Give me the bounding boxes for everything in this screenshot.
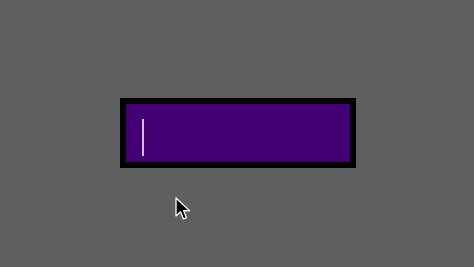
screen xyxy=(0,0,474,267)
text-input-value xyxy=(140,114,340,152)
text-input-field[interactable] xyxy=(120,98,356,168)
mouse-pointer-icon xyxy=(175,197,191,220)
text-caret xyxy=(142,119,144,156)
